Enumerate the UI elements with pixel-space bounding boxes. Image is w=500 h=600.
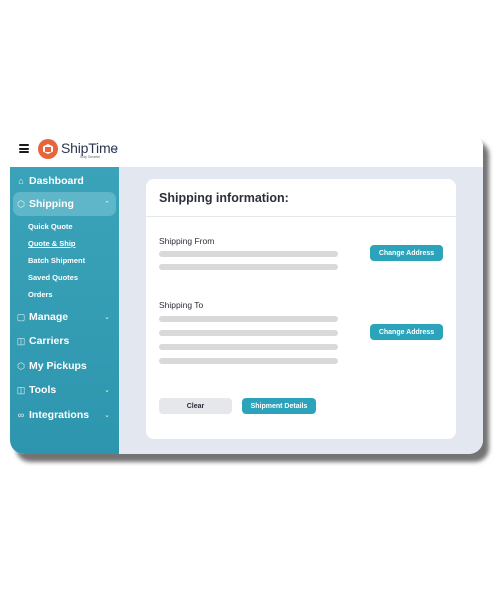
truck-icon: ◫	[16, 336, 26, 346]
sidebar-item-dashboard[interactable]: ⌂ Dashboard	[10, 169, 119, 193]
shipping-from-label: Shipping From	[159, 236, 215, 246]
box-icon: ⬡	[17, 199, 25, 209]
sidebar-subitem-batch-shipment[interactable]: Batch Shipment	[28, 256, 85, 265]
address-placeholder-line	[159, 316, 338, 322]
sidebar-item-carriers[interactable]: ◫ Carriers	[10, 329, 119, 353]
menu-icon[interactable]	[19, 144, 29, 153]
app-window: ShipTime Ship Smarter ⌄ ⌂ Dashboard ⬡ Sh…	[10, 133, 483, 454]
logo-subtext: Ship Smarter	[80, 155, 101, 159]
change-address-to-button[interactable]: Change Address	[370, 324, 443, 340]
sidebar-item-label: Carriers	[29, 335, 70, 347]
sidebar-item-manage[interactable]: ▢ Manage ⌄	[10, 305, 119, 329]
sidebar-item-label: My Pickups	[29, 360, 87, 372]
page-title: Shipping information:	[159, 191, 289, 205]
sidebar-item-my-pickups[interactable]: ⬡ My Pickups	[10, 354, 119, 378]
divider	[146, 216, 456, 217]
address-placeholder-line	[159, 264, 338, 270]
sidebar-item-shipping[interactable]: ⬡ Shipping ⌃	[13, 192, 116, 216]
chevron-down-icon: ⌄	[104, 387, 110, 394]
shipping-to-label: Shipping To	[159, 300, 204, 310]
sidebar-subitem-quote-and-ship[interactable]: Quote & Ship	[28, 239, 76, 248]
top-bar: ShipTime Ship Smarter ⌄	[10, 133, 483, 167]
package-icon: ⬡	[17, 361, 25, 371]
sidebar-item-label: Manage	[29, 311, 69, 323]
shipping-info-card: Shipping information: Shipping From Chan…	[146, 179, 456, 439]
sidebar-item-tools[interactable]: ◫ Tools ⌄	[10, 378, 119, 402]
sidebar-item-label: Shipping	[29, 198, 74, 210]
toolbox-icon: ◫	[16, 385, 26, 395]
sidebar-subitem-saved-quotes[interactable]: Saved Quotes	[28, 273, 78, 282]
main-content: Shipping information: Shipping From Chan…	[119, 167, 483, 454]
shiptime-logo-icon	[38, 139, 58, 159]
address-placeholder-line	[159, 344, 338, 350]
clear-button[interactable]: Clear	[159, 398, 232, 414]
address-placeholder-line	[159, 330, 338, 336]
address-placeholder-line	[159, 358, 338, 364]
change-address-from-button[interactable]: Change Address	[370, 245, 443, 261]
sidebar-item-label: Tools	[29, 384, 57, 396]
shipment-details-button[interactable]: Shipment Details	[242, 398, 316, 414]
sidebar-item-label: Dashboard	[29, 175, 84, 187]
link-icon: ∞	[17, 410, 25, 420]
address-placeholder-line	[159, 251, 338, 257]
sidebar-subitem-quick-quote[interactable]: Quick Quote	[28, 222, 73, 231]
sidebar-item-integrations[interactable]: ∞ Integrations ⌄	[10, 403, 119, 427]
sidebar-item-label: Integrations	[29, 409, 90, 421]
monitor-icon: ▢	[16, 312, 26, 322]
chevron-down-icon: ⌄	[104, 314, 110, 321]
sidebar-subitem-orders[interactable]: Orders	[28, 290, 53, 299]
home-icon: ⌂	[18, 176, 24, 186]
sidebar: ⌂ Dashboard ⬡ Shipping ⌃ Quick Quote Quo…	[10, 167, 119, 454]
chevron-down-icon: ⌄	[104, 412, 110, 419]
chevron-up-icon: ⌃	[104, 201, 110, 208]
logo-text: ShipTime	[61, 140, 119, 156]
chevron-down-icon[interactable]: ⌄	[112, 143, 120, 154]
